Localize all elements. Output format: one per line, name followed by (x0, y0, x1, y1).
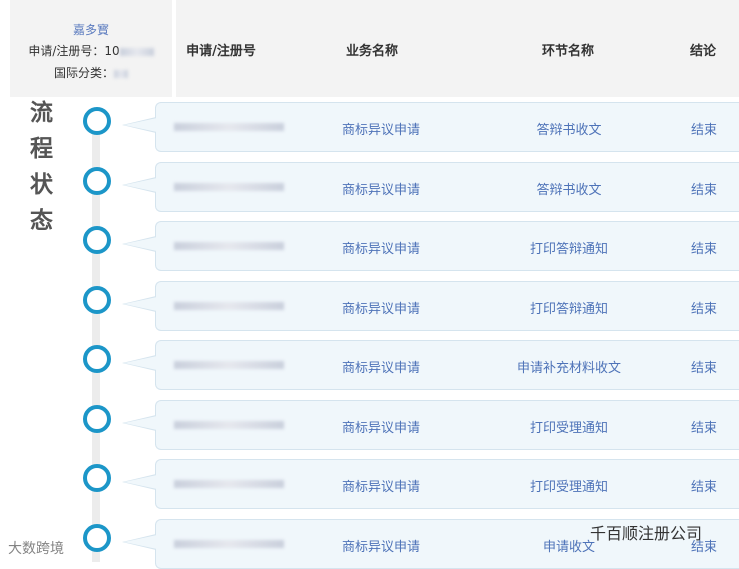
intl-class: 国际分类： (10, 62, 172, 84)
timeline-node (83, 464, 111, 492)
conclusion: 结束 (690, 480, 718, 495)
step-name: 申请收文 (542, 539, 596, 555)
watermark-right: 千百顺注册公司 (590, 524, 703, 543)
process-status-title: 流 程 状 态 (30, 95, 56, 239)
conclusion: 结束 (690, 361, 718, 376)
title-char: 态 (30, 208, 53, 234)
table-row: 商标异议申请 答辩书收文 结束 (122, 102, 739, 152)
business-name: 商标异议申请 (341, 301, 421, 317)
table-row: 商标异议申请 打印受理通知 结束 (122, 399, 739, 450)
reg-no-redacted (174, 301, 284, 310)
step-name: 答辩书收文 (536, 182, 602, 198)
reg-no-redacted (174, 420, 284, 429)
conclusion: 结束 (690, 182, 718, 198)
table-row: 商标异议申请 答辩书收文 结束 (122, 161, 739, 212)
watermark-left: 大数跨境 (8, 541, 64, 557)
timeline-node (83, 226, 111, 254)
step-name: 打印答辩通知 (529, 301, 609, 317)
trademark-info: 嘉多寳 申请/注册号：10 国际分类： (10, 0, 172, 97)
conclusion: 结束 (690, 420, 718, 436)
timeline-node (83, 166, 111, 195)
conclusion: 结束 (690, 123, 718, 138)
reg-no-redacted (174, 539, 284, 548)
col-business: 业务名称 (345, 44, 399, 59)
business-name: 商标异议申请 (341, 420, 421, 436)
timeline-node (83, 404, 111, 433)
business-name: 商标异议申请 (341, 361, 421, 376)
table-header: 申请/注册号 业务名称 环节名称 结论 (176, 0, 739, 97)
conclusion: 结束 (690, 242, 718, 257)
trademark-name: 嘉多寳 (72, 23, 109, 37)
col-conclusion: 结论 (689, 44, 717, 59)
timeline-node (83, 285, 111, 314)
table-row: 商标异议申请 打印受理通知 结束 (122, 459, 739, 509)
business-name: 商标异议申请 (341, 123, 421, 138)
business-name: 商标异议申请 (341, 242, 421, 257)
business-name: 商标异议申请 (341, 480, 421, 495)
step-name: 申请补充材料收文 (516, 361, 622, 376)
reg-no-redacted (174, 123, 284, 131)
redacted (114, 69, 128, 78)
redacted (119, 47, 154, 56)
title-char: 流 (30, 100, 53, 126)
reg-no-redacted (174, 480, 284, 488)
conclusion: 结束 (690, 301, 718, 317)
reg-no-redacted (174, 242, 284, 250)
business-name: 商标异议申请 (341, 182, 421, 198)
reg-number: 申请/注册号：10 (10, 40, 172, 62)
step-name: 打印答辩通知 (529, 242, 609, 257)
step-name: 打印受理通知 (529, 420, 609, 436)
title-char: 状 (30, 172, 53, 198)
step-name: 打印受理通知 (529, 480, 609, 495)
title-char: 程 (30, 136, 53, 162)
timeline-node (83, 523, 111, 552)
timeline-node (83, 345, 111, 373)
col-step: 环节名称 (541, 44, 595, 59)
col-reg-no: 申请/注册号 (186, 44, 256, 59)
table-row: 商标异议申请 申请补充材料收文 结束 (122, 340, 739, 390)
business-name: 商标异议申请 (341, 539, 421, 555)
timeline-node (83, 107, 111, 135)
table-row: 商标异议申请 打印答辩通知 结束 (122, 280, 739, 331)
reg-no-redacted (174, 361, 284, 369)
step-name: 答辩书收文 (536, 123, 602, 138)
reg-no-redacted (174, 182, 284, 191)
table-row: 商标异议申请 打印答辩通知 结束 (122, 221, 739, 271)
